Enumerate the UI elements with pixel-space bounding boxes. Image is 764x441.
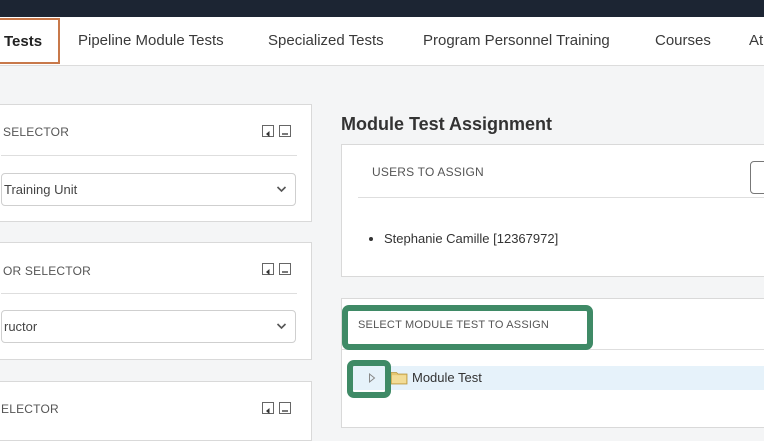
page-title: Module Test Assignment — [341, 114, 553, 134]
top-bar — [0, 0, 764, 17]
chevron-down-icon — [276, 323, 287, 330]
panel-title: USERS TO ASSIGN — [372, 165, 484, 179]
tab-specialized-tests[interactable]: Specialized Tests — [268, 17, 384, 65]
user-list-item: Stephanie Camille [12367972] — [384, 231, 558, 246]
users-action-button[interactable] — [750, 161, 764, 194]
folder-icon — [390, 372, 408, 385]
collapse-left-icon[interactable] — [262, 402, 274, 414]
tree-row-module-test[interactable]: Module Test — [352, 366, 764, 390]
minimize-icon[interactable] — [279, 402, 291, 414]
collapse-left-icon[interactable] — [262, 125, 274, 137]
tab-program-personnel-training[interactable]: Program Personnel Training — [423, 17, 610, 65]
tab-bar: Tests Pipeline Module Tests Specialized … — [0, 17, 764, 66]
panel-title: SELECTOR — [3, 125, 70, 139]
selector-panel: SELECTOR Training Unit — [0, 104, 312, 222]
select-value: Training Unit — [4, 182, 78, 197]
minimize-icon[interactable] — [279, 263, 291, 275]
training-unit-select[interactable]: Training Unit — [1, 173, 296, 206]
tab-at[interactable]: At — [749, 17, 763, 65]
divider — [1, 155, 297, 156]
assigned-users-list: Stephanie Camille [12367972] — [366, 231, 558, 246]
tree-node-label: Module Test — [412, 370, 482, 385]
tab-pipeline-module-tests[interactable]: Pipeline Module Tests — [78, 17, 224, 65]
divider — [358, 197, 764, 198]
chevron-down-icon — [276, 186, 287, 193]
tab-tests[interactable]: Tests — [0, 18, 61, 64]
highlight-box-expand-arrow — [347, 360, 391, 398]
third-selector-panel: ELECTOR — [0, 381, 312, 441]
minimize-icon[interactable] — [279, 125, 291, 137]
panel-title: OR SELECTOR — [3, 264, 91, 278]
collapse-left-icon[interactable] — [262, 263, 274, 275]
select-value: ructor — [4, 319, 38, 334]
tab-courses[interactable]: Courses — [655, 17, 711, 65]
highlight-box-module-title — [342, 305, 593, 350]
instructor-select[interactable]: ructor — [1, 310, 296, 343]
panel-title: ELECTOR — [1, 402, 59, 416]
divider — [1, 293, 297, 294]
instructor-selector-panel: OR SELECTOR ructor — [0, 242, 312, 360]
users-to-assign-panel: USERS TO ASSIGN Stephanie Camille [12367… — [341, 144, 764, 277]
